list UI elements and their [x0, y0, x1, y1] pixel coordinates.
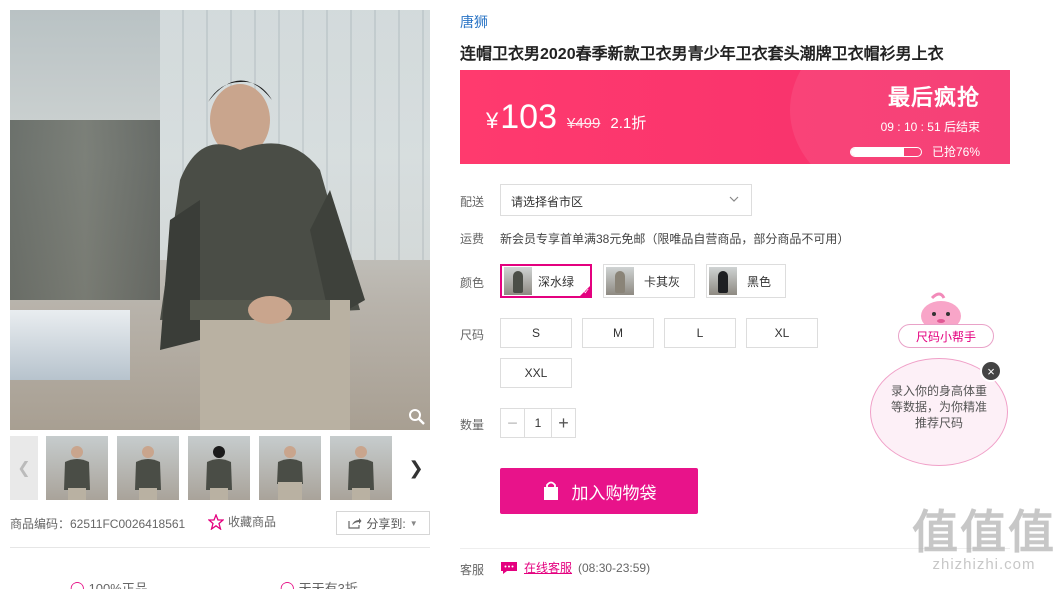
- product-page: ❮ ❯ 商品编码：62511FC0026418561 收藏商品 分享到: ▼ ◯…: [0, 0, 1061, 589]
- thumbnail[interactable]: [117, 436, 179, 500]
- shipping-label: 运费: [460, 232, 485, 246]
- favorite-label: 收藏商品: [228, 515, 277, 529]
- brand-link[interactable]: 唐狮: [460, 12, 488, 32]
- chevron-down-icon: [729, 196, 739, 202]
- shield-icon: ◯: [70, 579, 85, 589]
- magnifier-icon[interactable]: [408, 408, 426, 426]
- favorite-button[interactable]: 收藏商品: [208, 513, 276, 530]
- star-icon: [208, 513, 224, 530]
- price-block: ¥ 103 ¥499 2.1折: [486, 98, 646, 137]
- region-select-value: 请选择省市区: [511, 195, 584, 209]
- watermark-domain: zhizhizhi.com: [932, 556, 1036, 573]
- original-price: ¥499: [566, 115, 601, 132]
- quantity-decrease-button[interactable]: −: [501, 409, 525, 437]
- main-product-image[interactable]: [10, 10, 430, 430]
- chat-icon: [501, 561, 517, 574]
- divider: [10, 547, 430, 548]
- sold-progress-bar: [849, 146, 922, 157]
- guarantee-discount: ◯ 天天有3折: [280, 578, 358, 589]
- service-label: 客服: [460, 563, 485, 577]
- countdown-timer: 09 : 10 : 51 后结束: [880, 120, 980, 134]
- color-option-khaki-gray[interactable]: 卡其灰: [603, 264, 695, 298]
- close-icon[interactable]: ×: [980, 360, 1002, 382]
- share-icon: [348, 518, 362, 529]
- customer-service: 在线客服 (08:30-23:59): [500, 559, 650, 576]
- flash-label: 最后疯抢: [887, 85, 980, 110]
- quantity-label: 数量: [460, 418, 485, 432]
- share-label: 分享到:: [366, 516, 406, 531]
- sold-progress: 已抢76%: [849, 143, 980, 160]
- thumbnail[interactable]: [330, 436, 392, 500]
- sold-label: 已抢76%: [931, 145, 980, 159]
- quantity-value[interactable]: 1: [525, 409, 551, 437]
- size-option-xxl[interactable]: XXL: [500, 358, 572, 388]
- color-swatch: [606, 267, 634, 295]
- product-code: 商品编码：62511FC0026418561: [10, 517, 186, 531]
- color-option-dark-green[interactable]: 深水绿 ✓: [500, 264, 592, 298]
- shipping-text: 新会员专享首单满38元免邮（限唯品自营商品，部分商品不可用）: [500, 232, 850, 246]
- chevron-right-icon[interactable]: ❯: [402, 436, 430, 500]
- share-dropdown[interactable]: 分享到: ▼: [336, 511, 430, 535]
- thumbnail[interactable]: [259, 436, 321, 500]
- watermark-logo: 值值值: [912, 506, 1056, 558]
- color-swatch: [504, 267, 532, 295]
- thumbnail[interactable]: [188, 436, 250, 500]
- current-price: 103: [500, 98, 557, 136]
- add-to-bag-button[interactable]: 加入购物袋: [500, 468, 698, 514]
- region-select[interactable]: 请选择省市区: [500, 184, 752, 216]
- quantity-increase-button[interactable]: +: [551, 409, 575, 437]
- background-clothes-rack: [10, 120, 160, 300]
- discount-icon: ◯: [280, 579, 295, 589]
- site-watermark: 值值值 zhizhizhi.com: [912, 506, 1056, 573]
- product-title: 连帽卫衣男2020春季新款卫衣男青少年卫衣套头潮牌卫衣帽衫男上衣: [460, 46, 944, 63]
- chevron-left-icon[interactable]: ❮: [10, 436, 38, 500]
- discount-rate: 2.1折: [610, 115, 647, 132]
- flash-countdown: 最后疯抢 09 : 10 : 51 后结束 已抢76%: [849, 80, 980, 160]
- currency-symbol: ¥: [486, 108, 499, 133]
- quantity-stepper: − 1 +: [500, 408, 576, 438]
- model-figure: [160, 80, 365, 430]
- size-helper-text: 录入你的身高体重等数据，为你精准推荐尺码: [890, 384, 987, 430]
- thumbnail[interactable]: [46, 436, 108, 500]
- delivery-label: 配送: [460, 195, 485, 209]
- online-service-link[interactable]: 在线客服: [524, 559, 572, 576]
- service-hours: (08:30-23:59): [578, 560, 651, 575]
- shopping-bag-icon: [543, 481, 558, 500]
- color-option-black[interactable]: 黑色: [706, 264, 786, 298]
- size-label: 尺码: [460, 328, 485, 342]
- caret-down-icon: ▼: [409, 518, 418, 528]
- add-to-bag-label: 加入购物袋: [571, 483, 657, 503]
- guarantee-authentic: ◯ 100%正品: [70, 578, 148, 589]
- size-option-s[interactable]: S: [500, 318, 572, 348]
- size-helper-tag[interactable]: 尺码小帮手: [898, 324, 994, 348]
- product-meta-row: 商品编码：62511FC0026418561 收藏商品 分享到: ▼: [10, 511, 430, 535]
- size-option-m[interactable]: M: [582, 318, 654, 348]
- background-desk: [10, 310, 130, 380]
- thumbnail-strip: ❮ ❯: [10, 436, 430, 500]
- flash-sale-banner: ¥ 103 ¥499 2.1折 最后疯抢 09 : 10 : 51 后结束 已抢…: [460, 70, 1010, 164]
- size-option-xl[interactable]: XL: [746, 318, 818, 348]
- color-label: 颜色: [460, 276, 485, 290]
- color-swatch: [709, 267, 737, 295]
- size-option-l[interactable]: L: [664, 318, 736, 348]
